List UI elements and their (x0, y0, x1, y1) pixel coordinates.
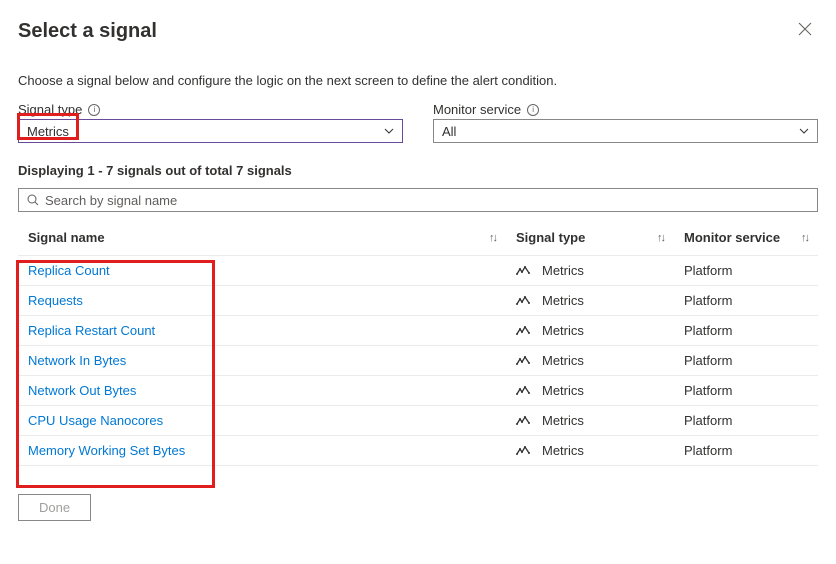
table-row: Requests Metrics Platform (18, 286, 818, 316)
metrics-icon (516, 446, 530, 456)
table-row: Replica Restart Count Metrics Platform (18, 316, 818, 346)
table-row: Memory Working Set Bytes Metrics Platform (18, 436, 818, 466)
column-header-name-label: Signal name (28, 230, 105, 245)
signal-service-value: Platform (684, 443, 808, 458)
signal-service-value: Platform (684, 353, 808, 368)
metrics-icon (516, 296, 530, 306)
signal-type-value: Metrics (542, 293, 584, 308)
metrics-icon (516, 266, 530, 276)
table-row: CPU Usage Nanocores Metrics Platform (18, 406, 818, 436)
signal-service-value: Platform (684, 263, 808, 278)
signal-type-select[interactable]: Metrics (18, 119, 403, 143)
table-header: Signal name ↑↓ Signal type ↑↓ Monitor se… (18, 224, 818, 256)
table-row: Network In Bytes Metrics Platform (18, 346, 818, 376)
signal-name-link[interactable]: Requests (28, 293, 516, 308)
column-header-service[interactable]: Monitor service ↑↓ (684, 230, 808, 245)
signal-name-link[interactable]: Replica Count (28, 263, 516, 278)
column-header-service-label: Monitor service (684, 230, 780, 245)
signal-type-label: Signal type (18, 102, 82, 117)
info-icon[interactable]: i (88, 104, 100, 116)
metrics-icon (516, 386, 530, 396)
signal-name-link[interactable]: Memory Working Set Bytes (28, 443, 516, 458)
chevron-down-icon (799, 126, 809, 137)
monitor-service-value: All (442, 124, 456, 139)
info-icon[interactable]: i (527, 104, 539, 116)
signal-type-value: Metrics (542, 263, 584, 278)
column-header-type[interactable]: Signal type ↑↓ (516, 230, 684, 245)
signal-type-value: Metrics (542, 323, 584, 338)
result-summary: Displaying 1 - 7 signals out of total 7 … (18, 163, 818, 178)
signal-service-value: Platform (684, 293, 808, 308)
signal-name-link[interactable]: Network Out Bytes (28, 383, 516, 398)
signal-service-value: Platform (684, 383, 808, 398)
sort-icon: ↑↓ (489, 232, 496, 244)
page-title: Select a signal (18, 20, 157, 43)
search-icon (27, 194, 39, 206)
metrics-icon (516, 326, 530, 336)
signal-type-value: Metrics (542, 443, 584, 458)
sort-icon: ↑↓ (801, 232, 808, 244)
search-input[interactable] (45, 193, 809, 208)
description-text: Choose a signal below and configure the … (18, 73, 818, 88)
signal-type-value: Metrics (542, 353, 584, 368)
signal-type-value: Metrics (542, 383, 584, 398)
signal-name-link[interactable]: Network In Bytes (28, 353, 516, 368)
close-icon[interactable] (792, 18, 818, 45)
metrics-icon (516, 356, 530, 366)
signal-service-value: Platform (684, 323, 808, 338)
search-input-wrapper[interactable] (18, 188, 818, 212)
monitor-service-select[interactable]: All (433, 119, 818, 143)
signal-name-link[interactable]: CPU Usage Nanocores (28, 413, 516, 428)
signals-table: Signal name ↑↓ Signal type ↑↓ Monitor se… (18, 224, 818, 466)
table-row: Network Out Bytes Metrics Platform (18, 376, 818, 406)
monitor-service-label: Monitor service (433, 102, 521, 117)
column-header-name[interactable]: Signal name ↑↓ (28, 230, 516, 245)
signal-service-value: Platform (684, 413, 808, 428)
sort-icon: ↑↓ (657, 232, 664, 244)
signal-type-value: Metrics (542, 413, 584, 428)
metrics-icon (516, 416, 530, 426)
chevron-down-icon (384, 126, 394, 137)
column-header-type-label: Signal type (516, 230, 585, 245)
done-button[interactable]: Done (18, 494, 91, 521)
signal-type-value: Metrics (27, 124, 69, 139)
signal-name-link[interactable]: Replica Restart Count (28, 323, 516, 338)
table-row: Replica Count Metrics Platform (18, 256, 818, 286)
